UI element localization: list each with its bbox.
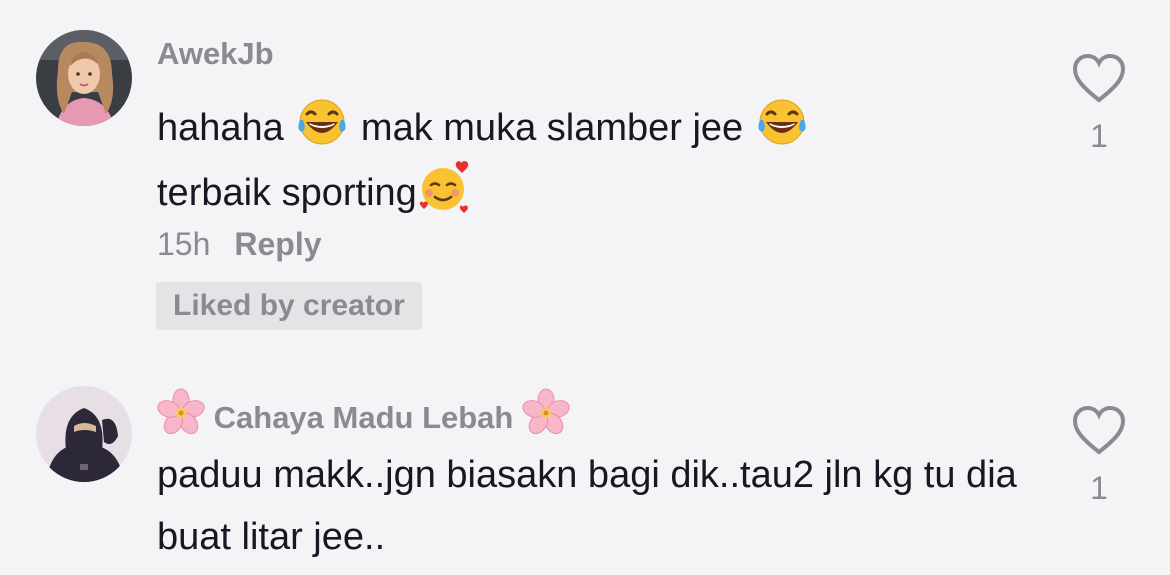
comment-text: paduu makk..jgn biasakn bagi dik..tau2 j… bbox=[157, 454, 1017, 558]
like-count: 1 bbox=[1090, 470, 1108, 506]
heart-icon[interactable] bbox=[1071, 52, 1127, 104]
like-control: 1 bbox=[1064, 52, 1134, 156]
liked-by-creator-badge: Liked by creator bbox=[156, 282, 422, 330]
comment-username[interactable]: Cahaya Madu Lebah bbox=[155, 388, 572, 446]
avatar[interactable] bbox=[36, 386, 132, 482]
like-count: 1 bbox=[1090, 118, 1108, 154]
comment-username-text: Cahaya Madu Lebah bbox=[213, 400, 514, 435]
cherry-blossom-icon bbox=[520, 388, 572, 446]
comment-timestamp: 15h bbox=[157, 226, 211, 262]
comment-item: Cahaya Madu Lebah paduu makk..jgn biasak… bbox=[0, 382, 1170, 575]
reply-button[interactable]: Reply bbox=[234, 226, 321, 262]
like-control: 1 bbox=[1064, 404, 1134, 508]
heart-icon[interactable] bbox=[1071, 404, 1127, 456]
face-with-tears-of-joy-icon bbox=[754, 94, 810, 150]
comment-text-part: terbaik sporting bbox=[157, 172, 417, 214]
comment-text: hahaha mak muka slamber jee terbaik spor… bbox=[157, 94, 1017, 224]
smiling-face-with-hearts-icon bbox=[417, 159, 473, 215]
cherry-blossom-icon bbox=[155, 388, 207, 446]
avatar[interactable] bbox=[36, 30, 132, 126]
comment-text-part: hahaha bbox=[157, 107, 295, 149]
comment-username[interactable]: AwekJb bbox=[157, 34, 274, 74]
face-with-tears-of-joy-icon bbox=[294, 94, 350, 150]
comment-text-part: mak muka slamber jee bbox=[350, 107, 754, 149]
comment-item: AwekJb hahaha mak muka slamber jee terba… bbox=[0, 26, 1170, 346]
comment-meta: 15h Reply bbox=[157, 224, 322, 264]
